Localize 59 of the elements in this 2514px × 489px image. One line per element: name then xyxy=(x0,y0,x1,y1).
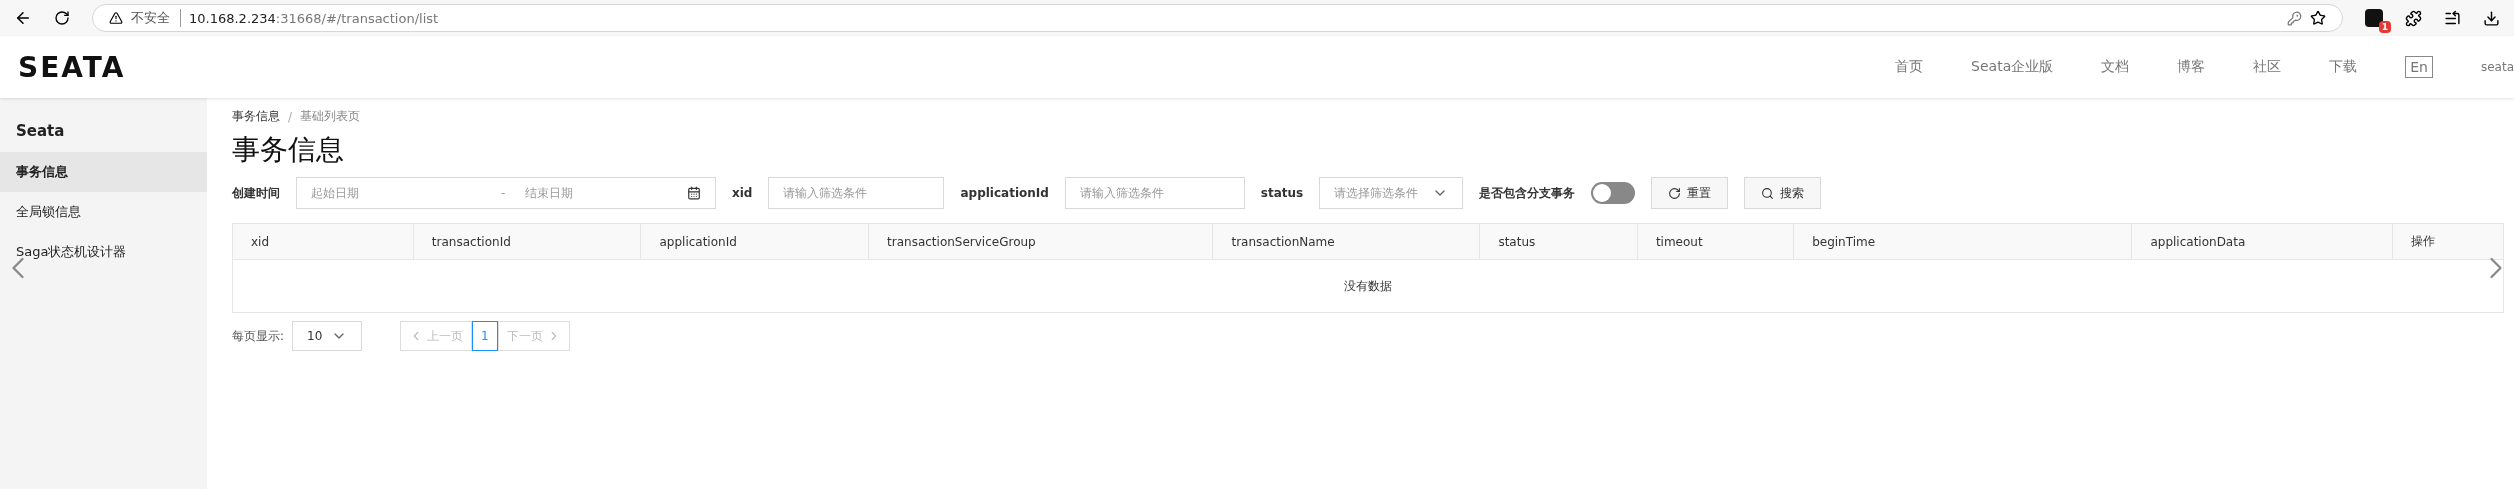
extension-badge: 1 xyxy=(2378,21,2391,33)
back-icon[interactable] xyxy=(14,9,32,27)
search-button[interactable]: 搜索 xyxy=(1744,177,1822,209)
extension-icon[interactable] xyxy=(2365,9,2383,27)
column-header: xid xyxy=(250,233,271,251)
security-label: 不安全 xyxy=(131,9,181,27)
nav-link[interactable]: Seata企业版 xyxy=(1971,58,2054,76)
calendar-icon xyxy=(687,186,701,200)
refresh-icon[interactable] xyxy=(54,10,70,26)
column-header: transactionId xyxy=(412,224,641,259)
sidebar-item[interactable]: 全局锁信息 xyxy=(0,192,207,232)
date-range-field[interactable]: 起始日期 - 结束日期 xyxy=(296,177,716,209)
download-icon[interactable] xyxy=(2483,9,2500,27)
refresh-icon xyxy=(1668,186,1682,200)
nav-link[interactable]: 首页 xyxy=(1895,58,1924,76)
filter-label: 创建时间 xyxy=(232,184,280,202)
empty-message: 没有数据 xyxy=(1344,277,1392,295)
page-size-label: 每页显示: xyxy=(232,327,285,345)
breadcrumb-item[interactable]: 事务信息 xyxy=(232,108,280,125)
filter-label: 是否包含分支事务 xyxy=(1479,184,1576,202)
input-field[interactable]: 请输入筛选条件 xyxy=(1064,177,1245,209)
favorites-icon[interactable] xyxy=(2444,9,2461,27)
address-bar[interactable]: 不安全 10.168.2.234:31668/#/transaction/list xyxy=(92,4,2343,32)
nav-link[interactable]: 博客 xyxy=(2177,58,2206,76)
column-header: beginTime xyxy=(1793,224,2132,259)
user-name[interactable]: seata xyxy=(2480,60,2514,74)
column-header: status xyxy=(1479,224,1637,259)
filter-label: status xyxy=(1260,186,1304,200)
sidebar-item[interactable]: Saga状态机设计器 xyxy=(0,232,207,272)
column-header: transactionServiceGroup xyxy=(868,224,1213,259)
language-link[interactable]: En xyxy=(2405,56,2433,78)
column-header: 操作 xyxy=(2392,224,2503,259)
page-button[interactable]: 1 xyxy=(472,321,498,351)
input-field[interactable]: 请输入筛选条件 xyxy=(768,177,945,209)
extensions-icon[interactable] xyxy=(2405,9,2422,27)
sidebar-item[interactable]: 事务信息 xyxy=(0,152,207,192)
nav-link[interactable]: 社区 xyxy=(2253,58,2282,76)
breadcrumb-item[interactable]: 基础列表页 xyxy=(300,108,361,125)
search-icon xyxy=(1761,186,1775,200)
filter-label: xid xyxy=(732,186,753,200)
key-icon[interactable] xyxy=(2287,10,2302,26)
toggle-switch[interactable] xyxy=(1591,182,1636,204)
nav-link[interactable]: 下载 xyxy=(2329,58,2358,76)
column-header: transactionName xyxy=(1212,224,1480,259)
nav-link[interactable]: 文档 xyxy=(2101,58,2130,76)
filter-label: applicationId xyxy=(960,186,1049,200)
breadcrumb-separator: / xyxy=(288,109,293,124)
sidebar-title: Seata xyxy=(15,121,66,142)
column-header: timeout xyxy=(1636,224,1794,259)
url-text: 10.168.2.234:31668/#/transaction/list xyxy=(189,10,439,26)
column-header: applicationData xyxy=(2131,224,2393,259)
star-icon[interactable] xyxy=(2310,10,2326,26)
reset-button[interactable]: 重置 xyxy=(1651,177,1729,209)
warning-icon xyxy=(109,11,123,25)
logo[interactable]: SEATA xyxy=(18,50,126,84)
column-header: applicationId xyxy=(640,224,869,259)
select-field[interactable]: 请选择筛选条件 xyxy=(1319,177,1464,209)
page-title: 事务信息 xyxy=(232,132,345,168)
page-size-select[interactable]: 10 xyxy=(292,321,363,351)
